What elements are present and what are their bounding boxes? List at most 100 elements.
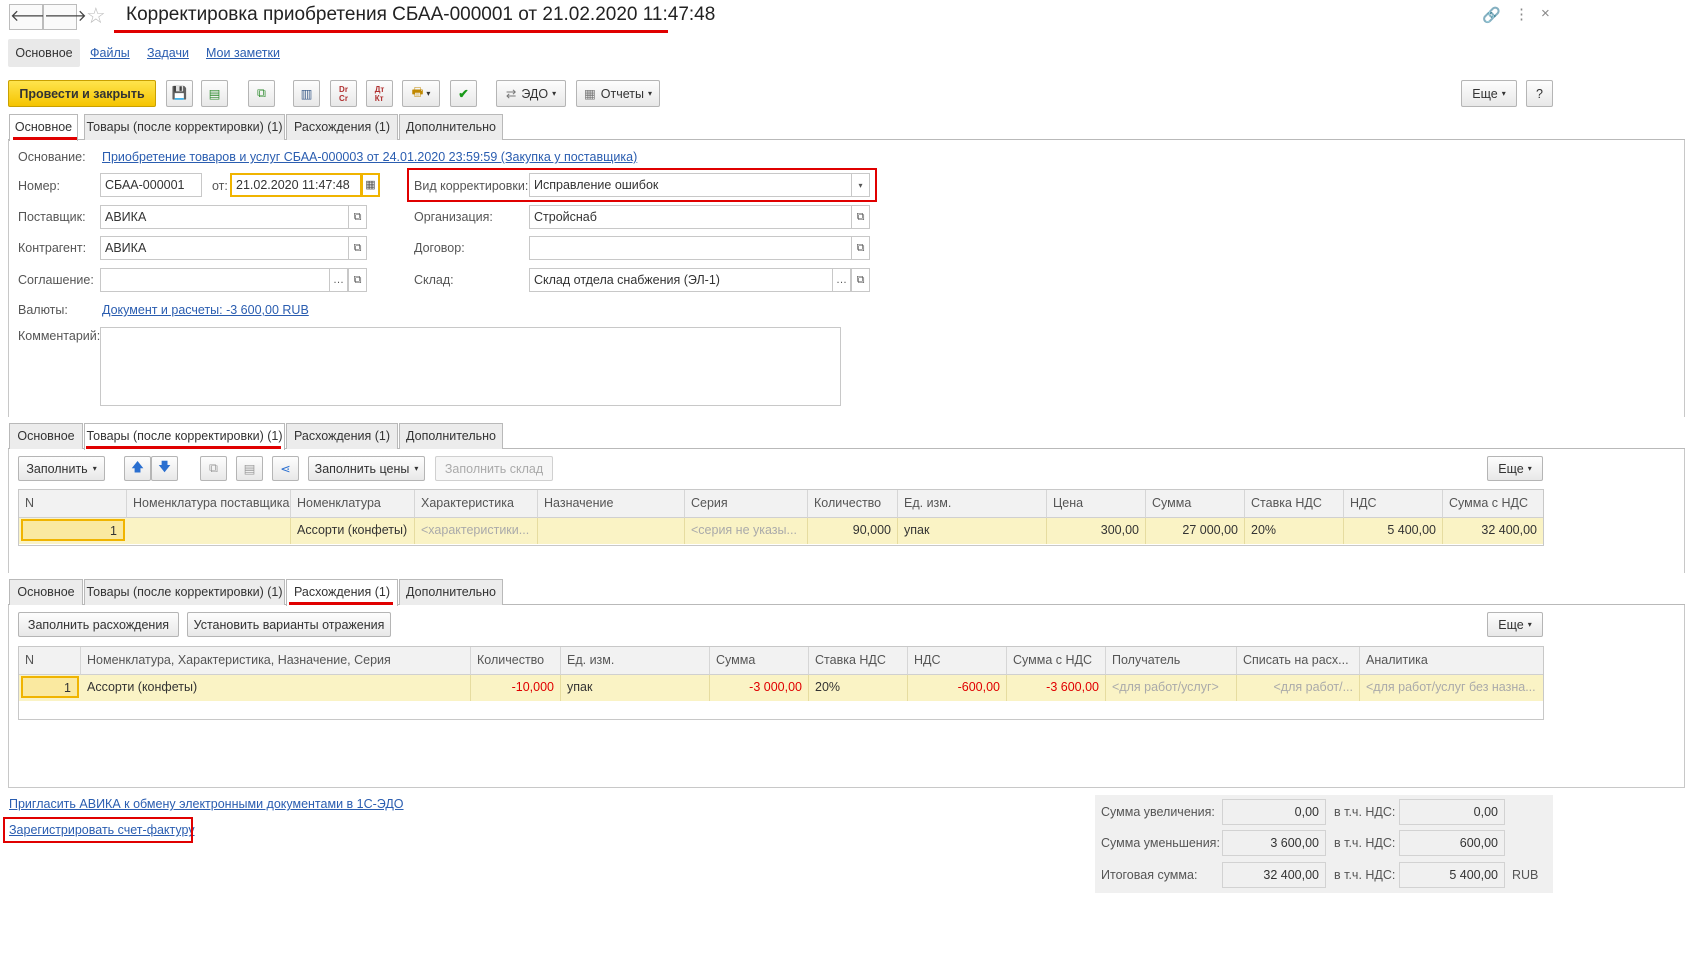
- table-row[interactable]: 1 Ассорти (конфеты) <характеристики... <…: [19, 518, 1543, 544]
- table-cell[interactable]: <для работ/услуг>: [1106, 675, 1237, 701]
- post-button[interactable]: ▤: [201, 80, 228, 107]
- close-icon[interactable]: ×: [1541, 5, 1550, 22]
- tab-discrepancies[interactable]: Расхождения (1): [286, 114, 398, 140]
- table-cell[interactable]: <серия не указы...: [685, 518, 808, 544]
- tab-discrepancies[interactable]: Расхождения (1): [286, 423, 398, 449]
- column-header[interactable]: Номенклатура: [291, 490, 415, 518]
- supplier-field[interactable]: АВИКА: [100, 205, 349, 229]
- table-cell[interactable]: Ассорти (конфеты): [291, 518, 415, 544]
- nav-tasks[interactable]: Задачи: [147, 46, 189, 60]
- back-button[interactable]: 🡐: [9, 4, 53, 30]
- kind-select[interactable]: Исправление ошибок: [529, 173, 852, 197]
- document-list-button[interactable]: ▥: [293, 80, 320, 107]
- link-icon[interactable]: 🔗: [1482, 6, 1501, 24]
- basis-link[interactable]: Приобретение товаров и услуг СБАА-000003…: [102, 150, 637, 164]
- column-header[interactable]: Номенклатура, Характеристика, Назначение…: [81, 647, 471, 675]
- nav-files[interactable]: Файлы: [90, 46, 130, 60]
- copy-row-button[interactable]: ⧉: [200, 456, 227, 481]
- comment-field[interactable]: [100, 327, 841, 406]
- column-header[interactable]: Сумма: [1146, 490, 1245, 518]
- help-button[interactable]: ?: [1526, 80, 1553, 107]
- calendar-button[interactable]: ▦: [361, 173, 380, 197]
- table-cell[interactable]: <характеристики...: [415, 518, 538, 544]
- table-cell[interactable]: 27 000,00: [1146, 518, 1245, 544]
- table-cell[interactable]: 5 400,00: [1344, 518, 1443, 544]
- column-header[interactable]: Ставка НДС: [1245, 490, 1344, 518]
- counterparty-open-button[interactable]: ⧉: [348, 236, 367, 260]
- agreement-select-button[interactable]: …: [329, 268, 348, 292]
- table-cell[interactable]: <для работ/...: [1237, 675, 1360, 701]
- org-field[interactable]: Стройснаб: [529, 205, 852, 229]
- move-up-button[interactable]: 🡅: [124, 456, 151, 481]
- table-cell[interactable]: [538, 518, 685, 544]
- column-header[interactable]: Количество: [808, 490, 898, 518]
- warehouse-field[interactable]: Склад отдела снабжения (ЭЛ-1): [529, 268, 833, 292]
- create-based-button[interactable]: ⧉: [248, 80, 275, 107]
- column-header[interactable]: Ставка НДС: [809, 647, 908, 675]
- move-down-button[interactable]: 🡇: [151, 456, 178, 481]
- table-cell[interactable]: упак: [561, 675, 710, 701]
- column-header[interactable]: Назначение: [538, 490, 685, 518]
- table-cell[interactable]: -600,00: [908, 675, 1007, 701]
- fill-prices-button[interactable]: Заполнить цены ▾: [308, 456, 425, 481]
- more-button[interactable]: Еще ▾: [1461, 80, 1517, 107]
- row-number[interactable]: 1: [21, 519, 125, 541]
- more-vertical-icon[interactable]: ⋮: [1514, 5, 1529, 23]
- counterparty-field[interactable]: АВИКА: [100, 236, 349, 260]
- share-button[interactable]: ⋖: [272, 456, 299, 481]
- column-header[interactable]: НДС: [1344, 490, 1443, 518]
- tab-goods[interactable]: Товары (после корректировки) (1): [84, 579, 285, 605]
- tab-main[interactable]: Основное: [9, 579, 83, 605]
- date-field[interactable]: 21.02.2020 11:47:48: [230, 173, 362, 197]
- goods-more-button[interactable]: Еще ▾: [1487, 456, 1543, 481]
- column-header[interactable]: Характеристика: [415, 490, 538, 518]
- contract-field[interactable]: [529, 236, 852, 260]
- currency-link[interactable]: Документ и расчеты: -3 600,00 RUB: [102, 303, 309, 317]
- column-header[interactable]: Номенклатура поставщика: [127, 490, 291, 518]
- table-cell[interactable]: -10,000: [471, 675, 561, 701]
- dr-cr-button[interactable]: Dr Cr: [330, 80, 357, 107]
- set-variants-button[interactable]: Установить варианты отражения: [187, 612, 391, 637]
- table-cell[interactable]: Ассорти (конфеты): [81, 675, 471, 701]
- fill-discrepancies-button[interactable]: Заполнить расхождения: [18, 612, 179, 637]
- discrepancies-table[interactable]: N Номенклатура, Характеристика, Назначен…: [18, 646, 1544, 720]
- table-cell[interactable]: 32 400,00: [1443, 518, 1543, 544]
- table-cell[interactable]: <для работ/услуг без назна...: [1360, 675, 1543, 701]
- fill-warehouse-button[interactable]: Заполнить склад: [435, 456, 553, 481]
- warehouse-select-button[interactable]: …: [832, 268, 851, 292]
- tab-additional[interactable]: Дополнительно: [399, 114, 503, 140]
- column-header[interactable]: Сумма с НДС: [1007, 647, 1106, 675]
- column-header[interactable]: Серия: [685, 490, 808, 518]
- register-invoice-link[interactable]: Зарегистрировать счет-фактуру: [9, 823, 195, 837]
- edo-dropdown-button[interactable]: ⇄ ЭДО ▾: [496, 80, 566, 107]
- table-cell[interactable]: 20%: [809, 675, 908, 701]
- table-cell[interactable]: упак: [898, 518, 1047, 544]
- forward-button[interactable]: 🡒: [43, 4, 87, 30]
- agreement-field[interactable]: [100, 268, 330, 292]
- column-header[interactable]: Цена: [1047, 490, 1146, 518]
- table-cell[interactable]: 90,000: [808, 518, 898, 544]
- tab-goods[interactable]: Товары (после корректировки) (1): [84, 114, 285, 140]
- column-header[interactable]: Ед. изм.: [898, 490, 1047, 518]
- favorite-star-icon[interactable]: ☆: [86, 3, 106, 29]
- column-header[interactable]: НДС: [908, 647, 1007, 675]
- number-field[interactable]: СБАА-000001: [100, 173, 202, 197]
- tab-additional[interactable]: Дополнительно: [399, 579, 503, 605]
- table-cell[interactable]: -3 600,00: [1007, 675, 1106, 701]
- column-header[interactable]: N: [19, 647, 81, 675]
- reports-dropdown-button[interactable]: ▦ Отчеты ▾: [576, 80, 660, 107]
- post-and-close-button[interactable]: Провести и закрыть: [8, 80, 156, 107]
- dt-kt-button[interactable]: Дт Кт: [366, 80, 393, 107]
- row-number[interactable]: 1: [21, 676, 79, 698]
- table-cell[interactable]: 20%: [1245, 518, 1344, 544]
- nav-notes[interactable]: Мои заметки: [206, 46, 280, 60]
- column-header[interactable]: Сумма: [710, 647, 809, 675]
- check-button[interactable]: ✔: [450, 80, 477, 107]
- table-cell[interactable]: -3 000,00: [710, 675, 809, 701]
- warehouse-open-button[interactable]: ⧉: [851, 268, 870, 292]
- table-cell[interactable]: [127, 518, 291, 544]
- supplier-open-button[interactable]: ⧉: [348, 205, 367, 229]
- invite-edo-link[interactable]: Пригласить АВИКА к обмену электронными д…: [9, 797, 404, 811]
- org-open-button[interactable]: ⧉: [851, 205, 870, 229]
- tab-main[interactable]: Основное: [9, 423, 83, 449]
